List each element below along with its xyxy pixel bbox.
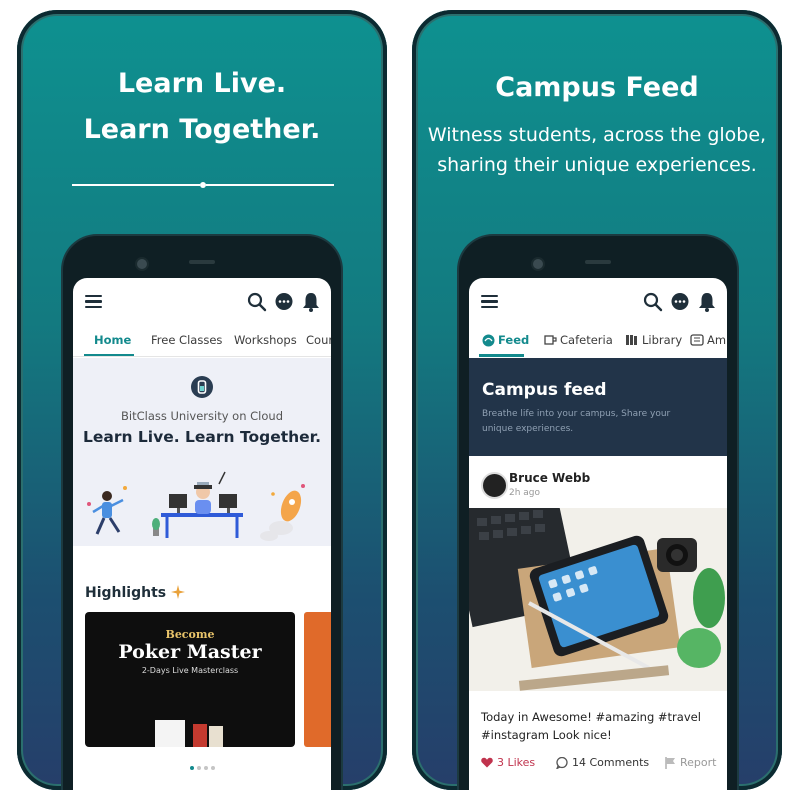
avatar[interactable] (481, 472, 508, 499)
hero-subtitle-line2: sharing their unique experiences. (437, 154, 757, 176)
university-tagline: Learn Live. Learn Together. (83, 428, 321, 446)
post-caption: Today in Awesome! #amazing #travel #inst… (481, 710, 701, 742)
front-camera (135, 257, 149, 271)
comment-icon (556, 756, 568, 769)
pager-dot[interactable] (189, 766, 194, 770)
comment-button[interactable]: 14 Comments (556, 756, 649, 769)
tab-courses[interactable]: Cour (306, 333, 331, 347)
amenities-icon (690, 334, 704, 346)
pager-dot[interactable] (203, 766, 208, 770)
like-button[interactable]: 3 Likes (481, 756, 535, 769)
app-screen-home: Home Free Classes Workshops Cour BitClas… (73, 278, 331, 790)
hero-title-line2: Learn Together. (83, 114, 321, 145)
sparkle-icon (171, 585, 185, 599)
university-logo-icon (191, 376, 213, 398)
post-author[interactable]: Bruce Webb (509, 471, 590, 485)
tab-bar: Home Free Classes Workshops Cour (73, 328, 331, 357)
report-button[interactable]: Report (665, 756, 716, 769)
poker-chips-icon (155, 720, 223, 747)
search-icon[interactable] (247, 292, 267, 312)
app-screen-feed: Feed Cafeteria Library Am Campus feed Br… (469, 278, 727, 790)
tab-bar: Feed Cafeteria Library Am (469, 328, 727, 357)
flag-icon (665, 756, 675, 769)
bell-icon[interactable] (698, 292, 716, 312)
divider-left (72, 184, 200, 186)
pager-dot[interactable] (210, 766, 215, 770)
campus-feed-banner: Campus feed Breathe life into your campu… (469, 358, 727, 456)
highlight-card-next[interactable] (304, 612, 331, 747)
tab-cafeteria[interactable]: Cafeteria (560, 333, 613, 347)
bell-icon[interactable] (302, 292, 320, 312)
highlight-card-poker[interactable]: Become Poker Master 2-Days Live Mastercl… (85, 612, 295, 747)
menu-icon[interactable] (481, 292, 498, 311)
front-camera (531, 257, 545, 271)
pager-dot[interactable] (196, 766, 201, 770)
post-time: 2h ago (509, 488, 541, 498)
university-name: BitClass University on Cloud (121, 409, 283, 423)
tab-feed[interactable]: Feed (498, 333, 529, 347)
search-icon[interactable] (643, 292, 663, 312)
menu-icon[interactable] (85, 292, 102, 311)
promo-panel-campus-feed: Campus Feed Witness students, across the… (412, 10, 782, 790)
chat-icon[interactable] (274, 292, 294, 312)
post-image[interactable] (469, 508, 727, 691)
tablet-photo-icon (469, 508, 727, 691)
tab-home[interactable]: Home (94, 333, 131, 347)
poker-title: Poker Master (118, 641, 262, 663)
highlights-label: Highlights (85, 585, 167, 601)
highlights-heading: Highlights (85, 585, 185, 601)
report-label: Report (680, 756, 717, 769)
hero-subtitle-line1: Witness students, across the globe, (427, 124, 767, 146)
poker-become: Become (165, 628, 215, 641)
campus-feed-subtitle: Breathe life into your campus, Share you… (482, 409, 671, 434)
like-count: 3 Likes (497, 756, 536, 769)
library-icon (626, 335, 637, 345)
tab-free-classes[interactable]: Free Classes (151, 333, 222, 347)
phone-side-button (17, 250, 21, 300)
earpiece (189, 260, 215, 264)
active-tab-indicator (479, 354, 524, 357)
app-topbar (73, 278, 331, 326)
tab-workshops[interactable]: Workshops (234, 333, 297, 347)
phone-mockup: Feed Cafeteria Library Am Campus feed Br… (459, 236, 737, 790)
phone-mockup: Home Free Classes Workshops Cour BitClas… (63, 236, 341, 790)
university-banner[interactable]: BitClass University on Cloud Learn Live.… (73, 358, 331, 546)
heart-icon (481, 757, 493, 768)
feed-icon (482, 334, 495, 347)
carousel-pager (73, 755, 331, 774)
tab-library[interactable]: Library (642, 333, 682, 347)
divider-right (206, 184, 334, 186)
poker-subtitle: 2-Days Live Masterclass (141, 666, 239, 675)
post-actions: 3 Likes 14 Comments Report (469, 756, 727, 776)
classroom-illustration-icon (87, 471, 305, 541)
tab-amenities[interactable]: Am (707, 333, 726, 347)
tab-divider (73, 356, 331, 357)
hero-title: Campus Feed (495, 72, 699, 103)
app-topbar (469, 278, 727, 326)
phone-side-button (778, 250, 782, 300)
earpiece (585, 260, 611, 264)
campus-feed-title: Campus feed (482, 380, 607, 400)
promo-panel-learn-live: Learn Live. Learn Together. Home Free Cl… (17, 10, 387, 790)
comment-count: 14 Comments (572, 756, 650, 769)
hero-title-line1: Learn Live. (117, 68, 287, 99)
cafeteria-icon (544, 335, 557, 345)
chat-icon[interactable] (670, 292, 690, 312)
